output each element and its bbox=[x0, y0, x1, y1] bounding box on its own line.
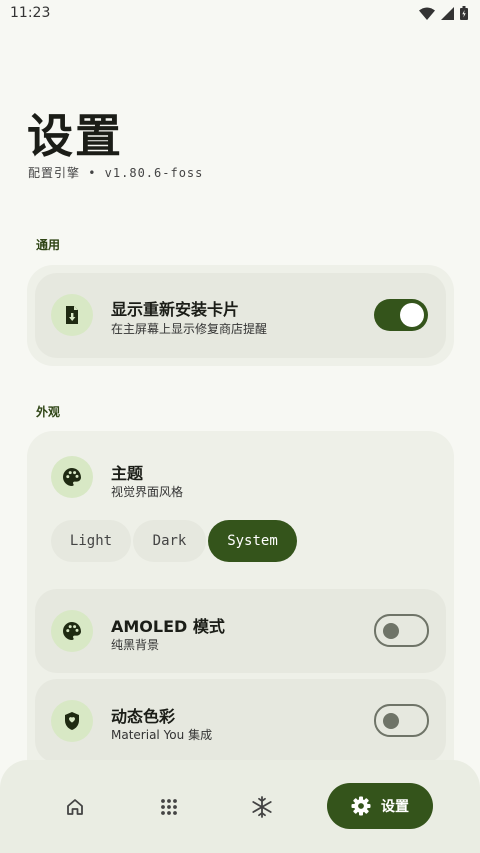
theme-subtitle: 视觉界面风格 bbox=[111, 485, 184, 499]
section-label-general: 通用 bbox=[36, 238, 61, 252]
page-title: 设置 bbox=[27, 109, 123, 163]
battery-icon bbox=[460, 6, 468, 20]
nav-home[interactable] bbox=[56, 788, 94, 826]
dynamic-color-title: 动态色彩 bbox=[111, 707, 176, 726]
amoled-subtitle: 纯黑背景 bbox=[111, 638, 160, 652]
signal-icon bbox=[441, 6, 454, 20]
file-download-icon bbox=[51, 294, 93, 336]
shield-icon bbox=[51, 700, 93, 742]
dynamic-color-subtitle: Material You 集成 bbox=[111, 728, 213, 742]
section-label-appearance: 外观 bbox=[36, 405, 61, 419]
theme-option-dark[interactable]: Dark bbox=[133, 520, 206, 562]
amoled-toggle[interactable] bbox=[374, 614, 429, 647]
status-time: 11:23 bbox=[10, 5, 51, 21]
status-bar: 11:23 bbox=[0, 0, 480, 28]
snowflake-icon bbox=[252, 796, 272, 818]
theme-option-light[interactable]: Light bbox=[51, 520, 131, 562]
nav-freeze[interactable] bbox=[243, 788, 281, 826]
theme-title: 主题 bbox=[111, 464, 144, 483]
gear-icon bbox=[351, 796, 371, 816]
nav-settings[interactable]: 设置 bbox=[327, 783, 433, 829]
appearance-card: 主题 视觉界面风格 AMOLED 模式 纯黑背景 动态色彩 Material Y… bbox=[27, 431, 454, 791]
theme-option-system[interactable]: System bbox=[208, 520, 297, 562]
reinstall-card-title: 显示重新安装卡片 bbox=[111, 300, 240, 319]
wifi-icon bbox=[419, 7, 435, 20]
reinstall-card-subtitle: 在主屏幕上显示修复商店提醒 bbox=[111, 322, 268, 336]
bottom-navigation: 设置 bbox=[0, 760, 480, 853]
palette-icon bbox=[51, 610, 93, 652]
amoled-title: AMOLED 模式 bbox=[111, 617, 225, 636]
apps-grid-icon bbox=[161, 799, 177, 815]
reinstall-card-row[interactable]: 显示重新安装卡片 在主屏幕上显示修复商店提醒 bbox=[35, 273, 446, 358]
amoled-row[interactable]: AMOLED 模式 纯黑背景 bbox=[35, 589, 446, 673]
dynamic-color-toggle[interactable] bbox=[374, 704, 429, 737]
page-subtitle: 配置引擎 • v1.80.6-foss bbox=[28, 166, 204, 180]
nav-settings-label: 设置 bbox=[381, 799, 409, 815]
nav-apps[interactable] bbox=[150, 788, 188, 826]
reinstall-card-toggle[interactable] bbox=[374, 299, 428, 331]
palette-icon bbox=[51, 456, 93, 498]
toggle-knob bbox=[383, 623, 399, 639]
general-card: 显示重新安装卡片 在主屏幕上显示修复商店提醒 bbox=[27, 265, 454, 366]
home-icon bbox=[67, 799, 83, 815]
status-icons bbox=[419, 6, 468, 20]
toggle-knob bbox=[383, 713, 399, 729]
toggle-knob bbox=[400, 303, 424, 327]
dynamic-color-row[interactable]: 动态色彩 Material You 集成 bbox=[35, 679, 446, 763]
